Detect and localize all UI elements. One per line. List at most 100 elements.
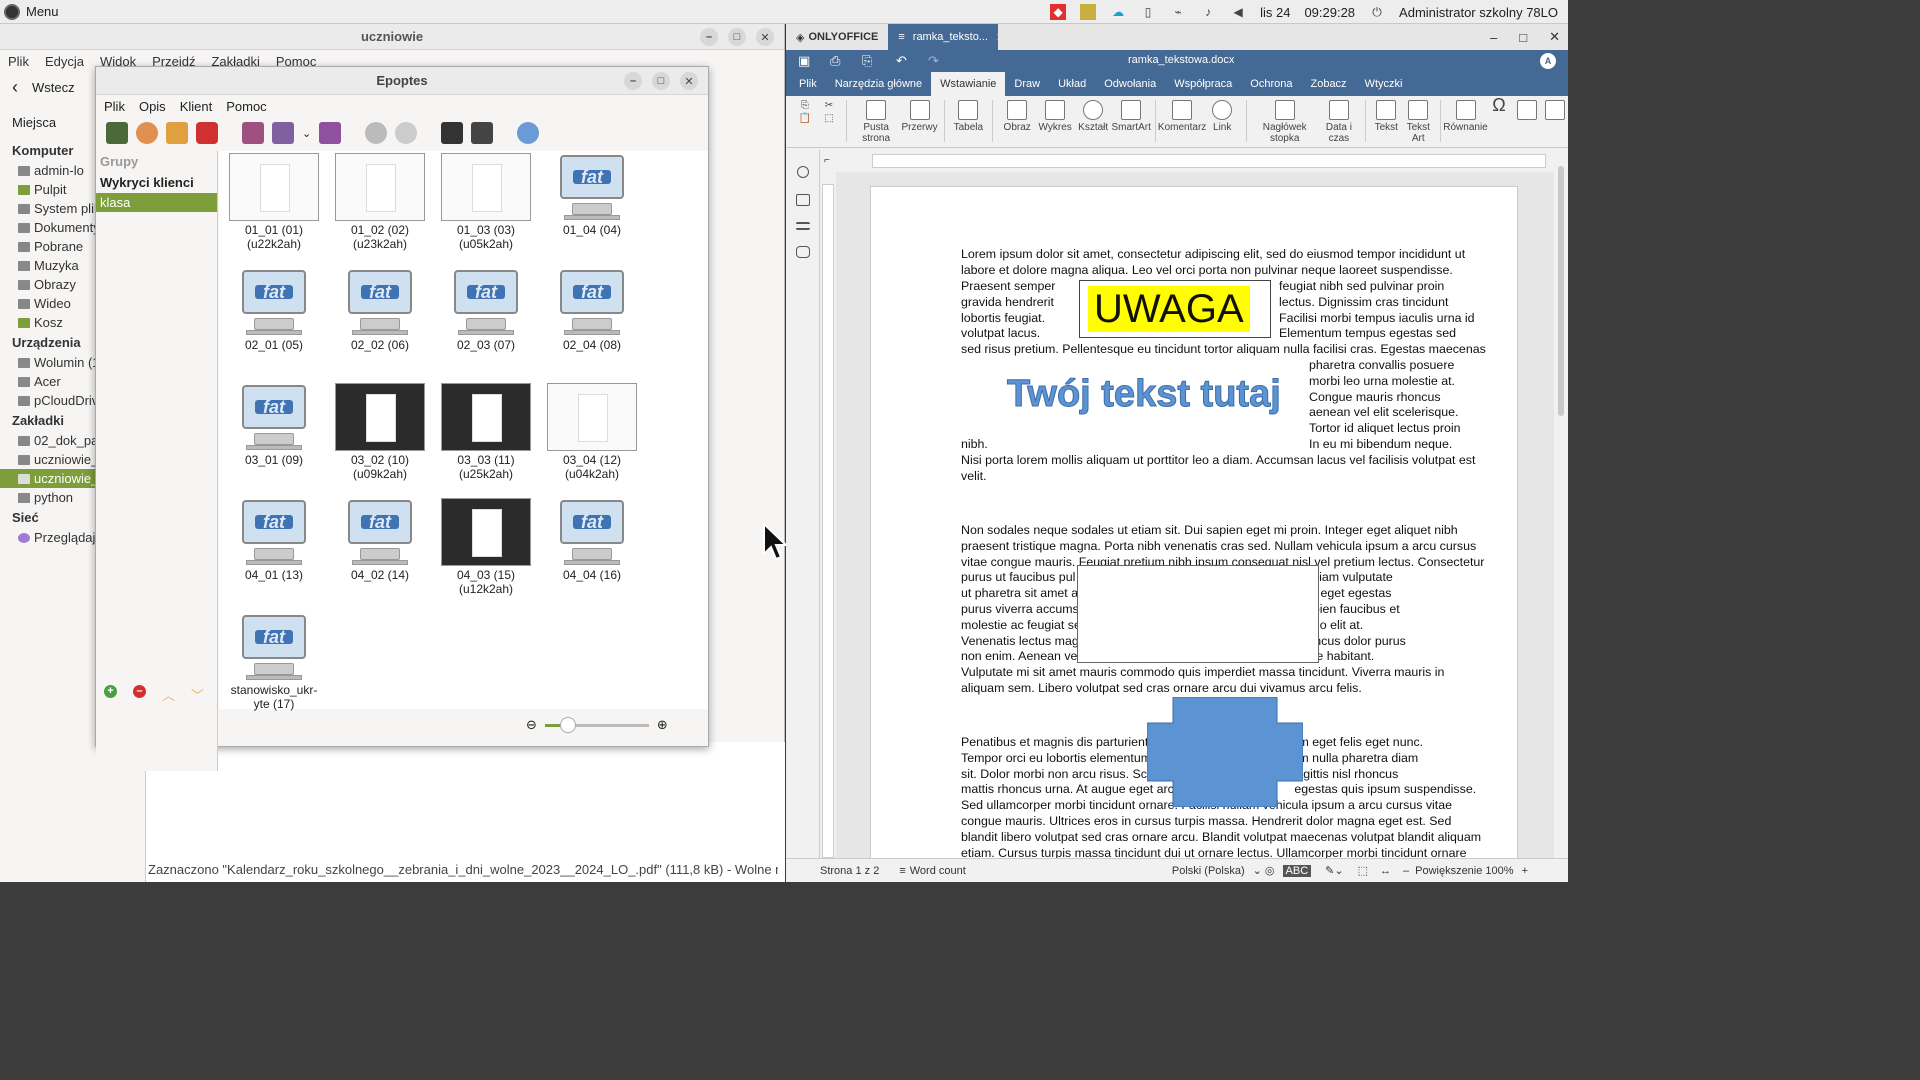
sidebar-item-muzyka[interactable]: Muzyka (0, 256, 96, 275)
remote-view-icon[interactable] (242, 122, 264, 144)
maximize-icon[interactable]: □ (728, 28, 746, 46)
clock-label[interactable]: 09:29:28 (1304, 5, 1355, 20)
breaks-button[interactable]: Przerwy (901, 100, 938, 133)
text-box-button[interactable]: Tekst (1372, 100, 1400, 133)
reboot-icon[interactable] (166, 122, 188, 144)
vertical-scrollbar[interactable] (1556, 150, 1566, 858)
sidebar-item-acer[interactable]: Acer (0, 372, 96, 391)
notifications-icon[interactable]: ♪ (1200, 4, 1216, 20)
move-down-icon[interactable]: ﹀ (191, 685, 204, 704)
ribbon-tab-4[interactable]: Układ (1049, 72, 1095, 96)
group-klasa[interactable]: klasa (96, 193, 217, 212)
power-icon[interactable]: ⏻ (1369, 4, 1385, 20)
zoom-in-icon[interactable]: + (1522, 865, 1528, 877)
epoptes-tray-icon[interactable] (1080, 4, 1097, 20)
shutdown-icon[interactable] (196, 122, 218, 144)
stop-broadcast-icon[interactable] (319, 122, 342, 144)
lock-screen-icon[interactable] (441, 122, 464, 144)
ribbon-tab-8[interactable]: Zobacz (1301, 72, 1355, 96)
client-item[interactable]: fat 02_02 (06) (327, 268, 433, 352)
info-icon[interactable] (517, 122, 540, 144)
app-menu[interactable]: Menu (0, 3, 59, 20)
print-icon[interactable]: ⎙ (830, 53, 840, 69)
image-button[interactable]: Obraz (999, 100, 1035, 133)
ep-menu-klient[interactable]: Klient (180, 99, 213, 114)
ep-menu-opis[interactable]: Opis (139, 99, 166, 114)
ribbon-tab-5[interactable]: Odwołania (1095, 72, 1165, 96)
sidebar-item-wolumin[interactable]: Wolumin (1 (0, 353, 96, 372)
paragraph-1[interactable]: Lorem ipsum dolor sit amet, consectetur … (961, 247, 1465, 279)
ep-menu-pomoc[interactable]: Pomoc (226, 99, 266, 114)
document-tab[interactable]: ≡ ramka_teksto... ✕ (888, 24, 999, 50)
client-item[interactable]: fat 04_04 (16) (539, 498, 645, 582)
oo-brand[interactable]: ◈ ONLYOFFICE (786, 31, 888, 44)
paste-icon[interactable]: 📋 (799, 113, 811, 124)
maximize-icon[interactable]: □ (652, 72, 670, 90)
language-icon[interactable]: ⌄ ◎ (1253, 864, 1275, 877)
shape-button[interactable]: Kształt (1075, 100, 1111, 133)
smartart-button[interactable]: SmartArt (1111, 100, 1151, 133)
client-item[interactable]: 01_03 (03) (u05k2ah) (433, 153, 539, 251)
track-changes-icon[interactable]: ✎⌄ (1325, 864, 1343, 877)
fm-titlebar[interactable]: uczniowie – □ ✕ (0, 24, 784, 50)
close-icon[interactable]: ✕ (680, 72, 698, 90)
anydesk-icon[interactable]: ◆ (1050, 4, 1067, 20)
horizontal-ruler[interactable] (872, 154, 1546, 168)
empty-text-frame[interactable] (1077, 565, 1319, 663)
user-label[interactable]: Administrator szkolny 78LO (1399, 5, 1558, 20)
places-label[interactable]: Miejsca (12, 115, 56, 130)
sidebar-item-system[interactable]: System plik (0, 199, 96, 218)
quick-print-icon[interactable]: ⎘ (862, 53, 872, 69)
avatar[interactable]: A (1540, 53, 1556, 69)
ribbon-tab-1[interactable]: Narzędzia główne (826, 72, 931, 96)
ribbon-tab-2[interactable]: Wstawianie (931, 72, 1006, 96)
sidebar-item-obrazy[interactable]: Obrazy (0, 275, 96, 294)
zoom-out-icon[interactable]: ⊖ (526, 717, 537, 733)
zoom-out-icon[interactable]: – (1403, 865, 1409, 877)
fm-menu-edycja[interactable]: Edycja (45, 54, 84, 69)
minimize-icon[interactable]: – (1490, 30, 1497, 45)
add-group-icon[interactable]: + (104, 685, 117, 698)
broadcast-icon[interactable] (272, 122, 294, 144)
document-area[interactable]: Lorem ipsum dolor sit amet, consectetur … (836, 172, 1554, 858)
page-indicator[interactable]: Strona 1 z 2 (820, 865, 879, 877)
language-selector[interactable]: Polski (Polska) (1172, 865, 1245, 877)
ep-menu-plik[interactable]: Plik (104, 99, 125, 114)
copy-icon[interactable]: ⎘ (801, 100, 809, 111)
table-button[interactable]: Tabela (950, 100, 986, 133)
symbol-button[interactable]: Ω (1486, 96, 1512, 114)
zoom-slider-knob[interactable] (559, 716, 576, 733)
wake-on-lan-icon[interactable] (106, 122, 128, 144)
execute-command-icon[interactable] (365, 122, 388, 144)
remove-group-icon[interactable]: – (133, 685, 146, 698)
sidebar-item-wideo[interactable]: Wideo (0, 294, 96, 313)
battery-icon[interactable]: ▯ (1140, 4, 1156, 20)
move-up-icon[interactable]: ︿ (162, 685, 175, 704)
zoom-in-icon[interactable]: ⊕ (657, 717, 668, 733)
fm-menu-plik[interactable]: Plik (8, 54, 29, 69)
maximize-icon[interactable]: □ (1519, 30, 1527, 45)
tab-close-icon[interactable]: ✕ (996, 31, 998, 44)
fit-page-icon[interactable]: ⬚ (1358, 864, 1368, 877)
spellcheck-icon[interactable]: ABC (1282, 864, 1312, 877)
word-count-button[interactable]: ≡ Word count (899, 865, 965, 877)
client-item[interactable]: 01_02 (02) (u23k2ah) (327, 153, 433, 251)
send-message-icon[interactable] (395, 122, 418, 144)
text-nibh[interactable]: nibh. (961, 437, 988, 453)
ribbon-tab-0[interactable]: Plik (790, 72, 826, 96)
fit-width-icon[interactable]: ↔ (1380, 865, 1391, 877)
group-detected-clients[interactable]: Wykryci klienci (96, 172, 217, 193)
client-item[interactable]: fat 03_01 (09) (221, 383, 327, 467)
chevron-down-icon[interactable]: ⌄ (302, 127, 311, 140)
link-button[interactable]: Link (1204, 100, 1240, 133)
select-all-icon[interactable]: ⬚ (824, 113, 833, 124)
cut-icon[interactable]: ✂ (825, 100, 833, 111)
header-footer-button[interactable]: Nagłówek stopka (1253, 100, 1316, 144)
ribbon-tab-7[interactable]: Ochrona (1241, 72, 1301, 96)
left-column-text[interactable]: Praesent semper gravida hendrerit lobort… (961, 279, 1055, 342)
more-button[interactable] (1542, 100, 1568, 120)
save-icon[interactable]: ▣ (798, 53, 810, 69)
client-item[interactable]: 03_02 (10) (u09k2ah) (327, 383, 433, 481)
client-item[interactable]: fat 02_01 (05) (221, 268, 327, 352)
back-button[interactable]: Wstecz (32, 80, 75, 95)
